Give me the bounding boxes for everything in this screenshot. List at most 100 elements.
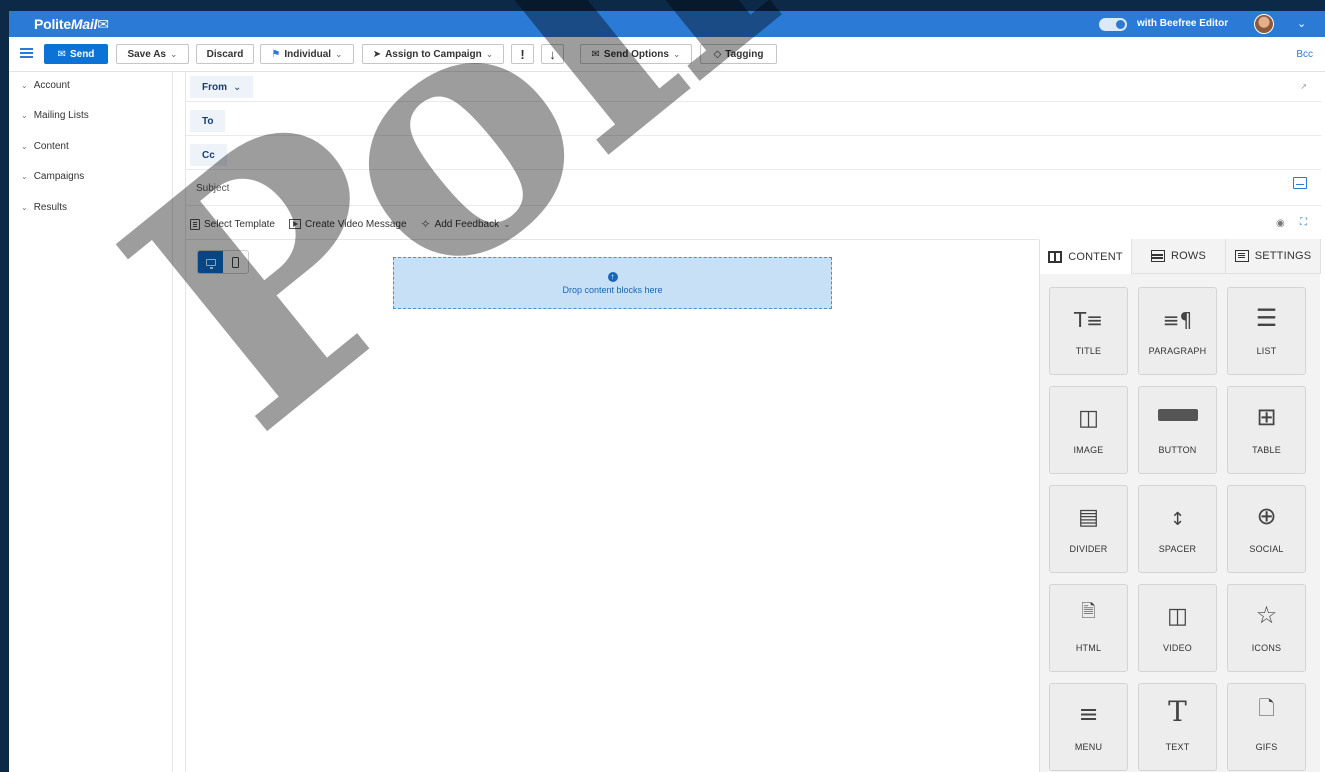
send-options-button[interactable]: ✉ Send Options ⌄ [580,44,692,64]
collapse-icon[interactable]: ↗ [1300,82,1307,91]
high-importance-button[interactable]: ! [511,44,534,64]
chevron-down-icon: ⌄ [21,172,28,181]
user-avatar[interactable] [1254,14,1274,34]
preview-eye-icon[interactable]: ◉ [1276,218,1285,229]
discard-button[interactable]: Discard [196,44,254,64]
from-row[interactable]: From ⌄ ↗ [186,72,1321,102]
flag-icon: ⚑ [271,48,281,60]
tab-content[interactable]: CONTENT [1040,239,1132,274]
account-chevron-down-icon[interactable]: ⌄ [1297,17,1306,30]
select-template-button[interactable]: Select Template [190,218,275,230]
menu-icon: ≡ [1078,700,1099,728]
settings-icon [1234,250,1249,262]
content-panel: CONTENT ROWS SETTINGS T≡ TITLE ≡¶ PARAGRAP… [1039,239,1321,772]
block-social[interactable]: ⊕ SOCIAL [1227,485,1306,573]
action-bar: Select Template Create Video Message ✧ Ad… [190,215,511,233]
toggle-knob [1116,20,1125,29]
desktop-view-button[interactable] [198,251,223,273]
cc-row[interactable]: Cc [186,140,1321,170]
star-icon: ☆ [1255,601,1278,629]
panel-tabs: CONTENT ROWS SETTINGS [1040,239,1321,274]
block-video[interactable]: ◫ VIDEO [1138,584,1217,672]
spacer-icon: ↕ [1169,509,1186,530]
video-icon [288,219,301,229]
envelope-icon: ✉ [591,48,600,60]
tab-rows[interactable]: ROWS [1132,239,1226,274]
block-menu[interactable]: ≡ MENU [1049,683,1128,771]
chevron-down-icon: ⌄ [335,48,343,59]
chevron-down-icon: ⌄ [170,48,178,59]
editor-canvas[interactable]: ↑ Drop content blocks here [186,239,1038,772]
app-logo: PoliteMail✉ [34,16,109,32]
bcc-link[interactable]: Bcc [1296,49,1313,60]
send-icon: ✉ [57,48,66,60]
chevron-down-icon: ⌄ [503,218,511,229]
from-button[interactable]: From ⌄ [190,76,254,98]
feedback-icon[interactable] [1293,177,1307,189]
block-table[interactable]: ⊞ TABLE [1227,386,1306,474]
video-icon: ◫ [1167,604,1188,629]
chevron-down-icon: ⌄ [21,111,28,120]
block-icons[interactable]: ☆ ICONS [1227,584,1306,672]
chevron-down-icon: ⌄ [21,142,28,151]
tagging-button[interactable]: ◇ Tagging [700,44,777,64]
chevron-down-icon: ⌄ [21,203,28,212]
block-image[interactable]: ◫ IMAGE [1049,386,1128,474]
block-divider[interactable]: ▤ DIVIDER [1049,485,1128,573]
block-spacer[interactable]: ↕ SPACER [1138,485,1217,573]
low-importance-button[interactable]: ↓ [541,44,564,64]
fullscreen-icon[interactable]: ⛶ [1300,217,1307,228]
block-gifs[interactable]: 🗋 GIFS [1227,683,1306,771]
text-icon: T [1168,695,1187,728]
image-icon: ◫ [1078,406,1099,431]
beefree-toggle-label: with Beefree Editor [1137,18,1229,29]
desktop-icon [205,258,216,269]
sidebar-item-mailing-lists[interactable]: ⌄ Mailing Lists [21,110,89,121]
sidebar-item-content[interactable]: ⌄ Content [21,141,69,152]
block-title[interactable]: T≡ TITLE [1049,287,1128,375]
block-paragraph[interactable]: ≡¶ PARAGRAPH [1138,287,1217,375]
mobile-icon [232,256,239,268]
sidebar-item-account[interactable]: ⌄ Account [21,80,70,91]
button-icon [1157,387,1198,435]
list-icon: ☰ [1255,304,1278,332]
menu-hamburger-icon[interactable] [20,48,33,58]
drop-zone[interactable]: ↑ Drop content blocks here [393,257,832,309]
beefree-toggle[interactable] [1099,18,1127,31]
feedback-stars-icon: ✧ [420,217,431,231]
to-row[interactable]: To [186,106,1321,136]
block-text[interactable]: T TEXT [1138,683,1217,771]
chevron-down-icon: ⌄ [485,48,494,59]
sidebar-item-results[interactable]: ⌄ Results [21,202,67,213]
chevron-down-icon: ⌄ [672,48,681,59]
table-icon: ⊞ [1256,403,1277,431]
to-button[interactable]: To [190,110,226,132]
social-icon: ⊕ [1256,502,1277,530]
subject-input[interactable]: Subject [196,183,229,194]
grid-icon [1048,250,1063,263]
device-toggle [197,250,249,274]
add-feedback-button[interactable]: ✧ Add Feedback ⌄ [421,217,511,231]
cc-button[interactable]: Cc [190,144,227,166]
assign-campaign-button[interactable]: ➤ Assign to Campaign ⌄ [362,44,504,64]
subject-row[interactable] [186,172,1321,206]
create-video-button[interactable]: Create Video Message [288,219,407,230]
block-button[interactable]: BUTTON [1138,386,1217,474]
individual-button[interactable]: ⚑ Individual ⌄ [260,44,354,64]
upload-arrow-icon: ↑ [607,271,618,282]
block-html[interactable]: 🗎 HTML [1049,584,1128,672]
template-icon [190,218,200,230]
title-icon: T≡ [1074,308,1103,332]
tag-icon: ◇ [713,48,722,60]
gif-icon: 🗋 [1258,696,1275,720]
save-as-button[interactable]: Save As ⌄ [116,44,189,64]
chevron-down-icon: ⌄ [233,81,242,93]
mobile-view-button[interactable] [223,251,248,273]
paragraph-icon: ≡¶ [1162,308,1193,332]
tab-settings[interactable]: SETTINGS [1226,239,1321,274]
send-button[interactable]: ✉ Send [44,44,108,64]
block-list[interactable]: ☰ LIST [1227,287,1306,375]
sidebar-item-campaigns[interactable]: ⌄ Campaigns [21,171,84,182]
divider-icon: ▤ [1078,505,1099,530]
html-icon: 🗎 [1081,601,1096,622]
